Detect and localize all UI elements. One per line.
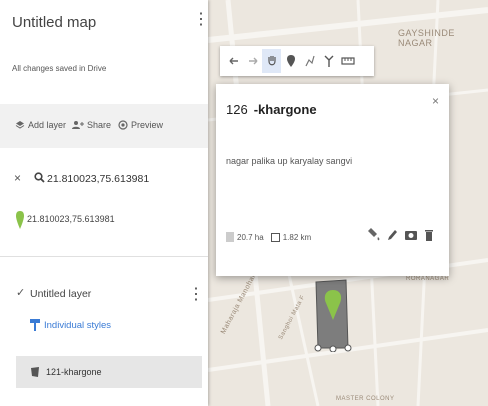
add-marker-icon[interactable]	[281, 49, 300, 73]
camera-icon[interactable]	[404, 228, 418, 242]
perimeter-value: 1.82 km	[282, 232, 312, 242]
search-query[interactable]: 21.810023,75.613981	[47, 173, 149, 185]
add-person-icon	[72, 121, 84, 129]
map-toolbar	[220, 46, 374, 76]
card-actions	[366, 228, 434, 242]
search-icon	[34, 172, 45, 183]
area-icon	[226, 232, 234, 242]
search-result-item[interactable]: 21.810023,75.613981	[0, 210, 208, 230]
panel-actions-bar: Add layer Share Preview	[0, 104, 208, 148]
ruler-icon[interactable]	[338, 49, 357, 73]
preview-button[interactable]: Preview	[118, 120, 163, 130]
saved-status: All changes saved in Drive	[12, 64, 107, 73]
share-button[interactable]: Share	[72, 120, 111, 130]
individual-styles-link[interactable]: Individual styles	[30, 318, 111, 332]
style-paint-icon[interactable]	[366, 228, 380, 242]
feature-measurements: 20.7 ha 1.82 km	[226, 232, 311, 242]
selected-polygon[interactable]	[308, 276, 358, 352]
delete-icon[interactable]	[424, 228, 434, 242]
feature-description[interactable]: nagar palika up karyalay sangvi	[226, 156, 352, 166]
map-options-kebab-icon[interactable]: ⋮	[193, 11, 209, 29]
paint-roller-icon	[30, 319, 40, 331]
map-label-area: GAYSHINDE NAGAR	[398, 28, 455, 48]
map-label-bottom: MASTER COLONY	[336, 396, 395, 402]
map-label-side: RORANAGAR	[406, 276, 450, 282]
layers-icon	[15, 121, 25, 129]
undo-icon[interactable]	[224, 49, 243, 73]
close-search-icon[interactable]: ×	[14, 171, 21, 185]
map-panel: Untitled map ⋮ All changes saved in Driv…	[0, 0, 209, 406]
close-card-button[interactable]: ×	[432, 94, 439, 108]
layer-visibility-checkbox[interactable]: ✓	[16, 286, 25, 299]
green-pin-icon	[16, 211, 24, 229]
search-result-header: × 21.810023,75.613981	[0, 170, 208, 190]
divider	[0, 256, 208, 257]
directions-icon[interactable]	[319, 49, 338, 73]
perimeter-icon	[270, 232, 280, 242]
layer-name[interactable]: Untitled layer	[30, 288, 91, 300]
redo-icon[interactable]	[243, 49, 262, 73]
layer-feature-item[interactable]: 121-khargone	[16, 356, 202, 388]
feature-info-card: 126 -khargone × nagar palika up karyalay …	[216, 84, 449, 276]
feature-title[interactable]: 126 -khargone	[226, 102, 317, 117]
add-layer-button[interactable]: Add layer	[15, 120, 66, 130]
preview-eye-icon	[118, 120, 128, 130]
map-title[interactable]: Untitled map	[12, 14, 96, 31]
edit-icon[interactable]	[386, 228, 398, 242]
hand-icon[interactable]	[262, 49, 281, 73]
polygon-icon	[31, 367, 39, 377]
area-value: 20.7 ha	[237, 232, 264, 242]
layer-header: ✓ Untitled layer	[0, 280, 208, 304]
draw-line-icon[interactable]	[300, 49, 319, 73]
layer-options-kebab-icon[interactable]: ⋮	[188, 286, 204, 304]
